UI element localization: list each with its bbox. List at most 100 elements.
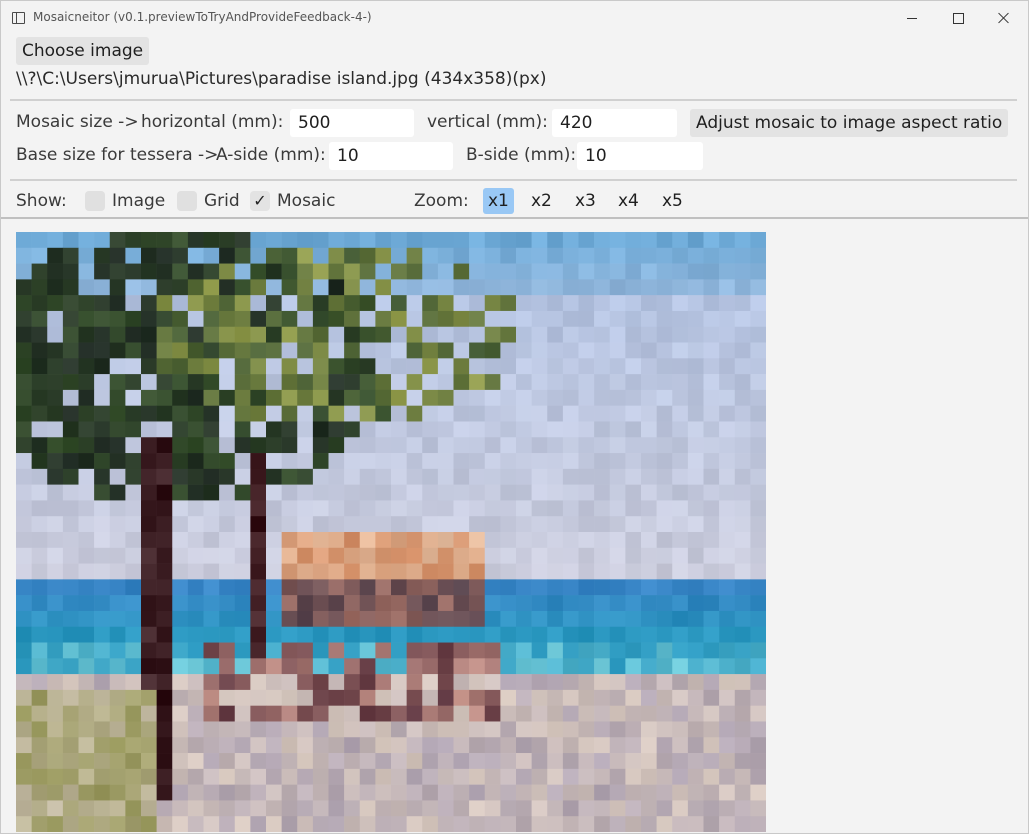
mosaic-preview[interactable]	[16, 232, 766, 832]
close-button[interactable]	[981, 1, 1027, 35]
mosaic-tessera	[16, 816, 32, 832]
mosaic-tessera	[156, 579, 173, 596]
mosaic-tessera	[734, 674, 751, 691]
adjust-aspect-ratio-button[interactable]: Adjust mosaic to image aspect ratio	[690, 109, 1009, 137]
mosaic-tessera	[719, 595, 736, 612]
mosaic-tessera	[500, 247, 517, 264]
horizontal-input[interactable]	[290, 109, 414, 137]
mosaic-tessera	[187, 532, 204, 549]
mosaic-tessera	[312, 295, 329, 312]
mosaic-tessera	[422, 642, 439, 659]
mosaic-tessera	[47, 753, 64, 770]
mosaic-tessera	[141, 232, 157, 249]
mosaic-tessera	[734, 800, 751, 817]
mosaic-tessera	[656, 800, 673, 817]
mosaic-tessera	[234, 295, 251, 312]
mosaic-tessera	[578, 563, 595, 580]
mosaic-tessera	[547, 642, 564, 659]
mosaic-tessera	[750, 500, 766, 517]
mosaic-tessera	[422, 232, 439, 249]
image-checkbox-label[interactable]: Image	[112, 191, 165, 211]
zoom-x4[interactable]: x4	[613, 188, 644, 214]
mosaic-tessera	[750, 326, 766, 343]
mosaic-tessera	[31, 358, 48, 375]
mosaic-tessera	[156, 595, 173, 612]
choose-image-button[interactable]: Choose image	[16, 37, 150, 65]
mosaic-tessera	[656, 768, 673, 785]
mosaic-tessera	[31, 247, 48, 264]
mosaic-tessera	[375, 626, 392, 643]
mosaic-tessera	[359, 705, 376, 722]
image-checkbox[interactable]	[85, 191, 105, 211]
mosaic-tessera	[531, 389, 548, 406]
grid-checkbox-label[interactable]: Grid	[204, 191, 240, 211]
mosaic-tessera	[328, 232, 345, 249]
mosaic-tessera	[641, 484, 657, 501]
mosaic-tessera	[469, 800, 486, 817]
mosaic-tessera	[250, 768, 267, 785]
mosaic-tessera	[422, 358, 439, 375]
mosaic-tessera	[187, 468, 204, 485]
mosaic-tessera	[187, 374, 204, 391]
mosaic-tessera	[562, 500, 579, 517]
mosaic-tessera	[750, 374, 766, 391]
mosaic-tessera	[547, 721, 564, 738]
mosaic-checkbox-label[interactable]: Mosaic	[277, 191, 335, 211]
mosaic-tessera	[62, 532, 79, 549]
mosaic-tessera	[141, 310, 157, 328]
b-side-input[interactable]	[577, 142, 703, 170]
mosaic-tessera	[500, 295, 517, 312]
mosaic-tessera	[484, 232, 501, 249]
mosaic-tessera	[344, 405, 361, 422]
zoom-x3[interactable]: x3	[570, 188, 601, 214]
mosaic-tessera	[656, 595, 673, 612]
mosaic-tessera	[297, 484, 314, 501]
zoom-x1[interactable]: x1	[483, 188, 514, 214]
mosaic-tessera	[672, 753, 689, 770]
mosaic-tessera	[344, 358, 361, 375]
mosaic-tessera	[609, 674, 626, 691]
mosaic-tessera	[78, 310, 95, 328]
mosaic-tessera	[547, 547, 564, 564]
mosaic-tessera	[359, 326, 376, 343]
vertical-input[interactable]	[552, 109, 677, 137]
mosaic-tessera	[469, 437, 486, 454]
mosaic-tessera	[234, 374, 251, 391]
mosaic-tessera	[94, 453, 111, 470]
minimize-button[interactable]	[889, 1, 935, 35]
grid-checkbox[interactable]	[177, 191, 197, 211]
mosaic-tessera	[297, 800, 314, 817]
mosaic-tessera	[16, 800, 32, 817]
mosaic-tessera	[547, 516, 564, 533]
mosaic-tessera	[78, 816, 95, 832]
zoom-x2[interactable]: x2	[526, 188, 557, 214]
mosaic-tessera	[484, 310, 501, 328]
mosaic-tessera	[297, 232, 314, 249]
mosaic-tessera	[453, 705, 470, 722]
mosaic-tessera	[344, 626, 361, 643]
mosaic-tessera	[109, 610, 126, 628]
mosaic-tessera	[156, 310, 173, 328]
mosaic-tessera	[625, 800, 642, 817]
mosaic-tessera	[156, 563, 173, 580]
mosaic-tessera	[703, 705, 720, 722]
mosaic-tessera	[156, 658, 173, 675]
a-side-input[interactable]	[329, 142, 453, 170]
mosaic-tessera	[281, 768, 298, 785]
mosaic-tessera	[375, 579, 392, 596]
mosaic-tessera	[734, 326, 751, 343]
mosaic-tessera	[156, 374, 173, 391]
mosaic-tessera	[219, 295, 236, 312]
mosaic-tessera	[469, 753, 486, 770]
mosaic-checkbox[interactable]: ✓	[250, 191, 270, 211]
mosaic-tessera	[625, 532, 642, 549]
mosaic-tessera	[141, 500, 157, 517]
mosaic-tessera	[516, 768, 532, 785]
mosaic-tessera	[578, 279, 595, 296]
mosaic-tessera	[531, 721, 548, 738]
mosaic-tessera	[109, 547, 126, 564]
mosaic-tessera	[703, 374, 720, 391]
mosaic-tessera	[453, 295, 470, 312]
maximize-button[interactable]	[935, 1, 981, 35]
zoom-x5[interactable]: x5	[657, 188, 688, 214]
